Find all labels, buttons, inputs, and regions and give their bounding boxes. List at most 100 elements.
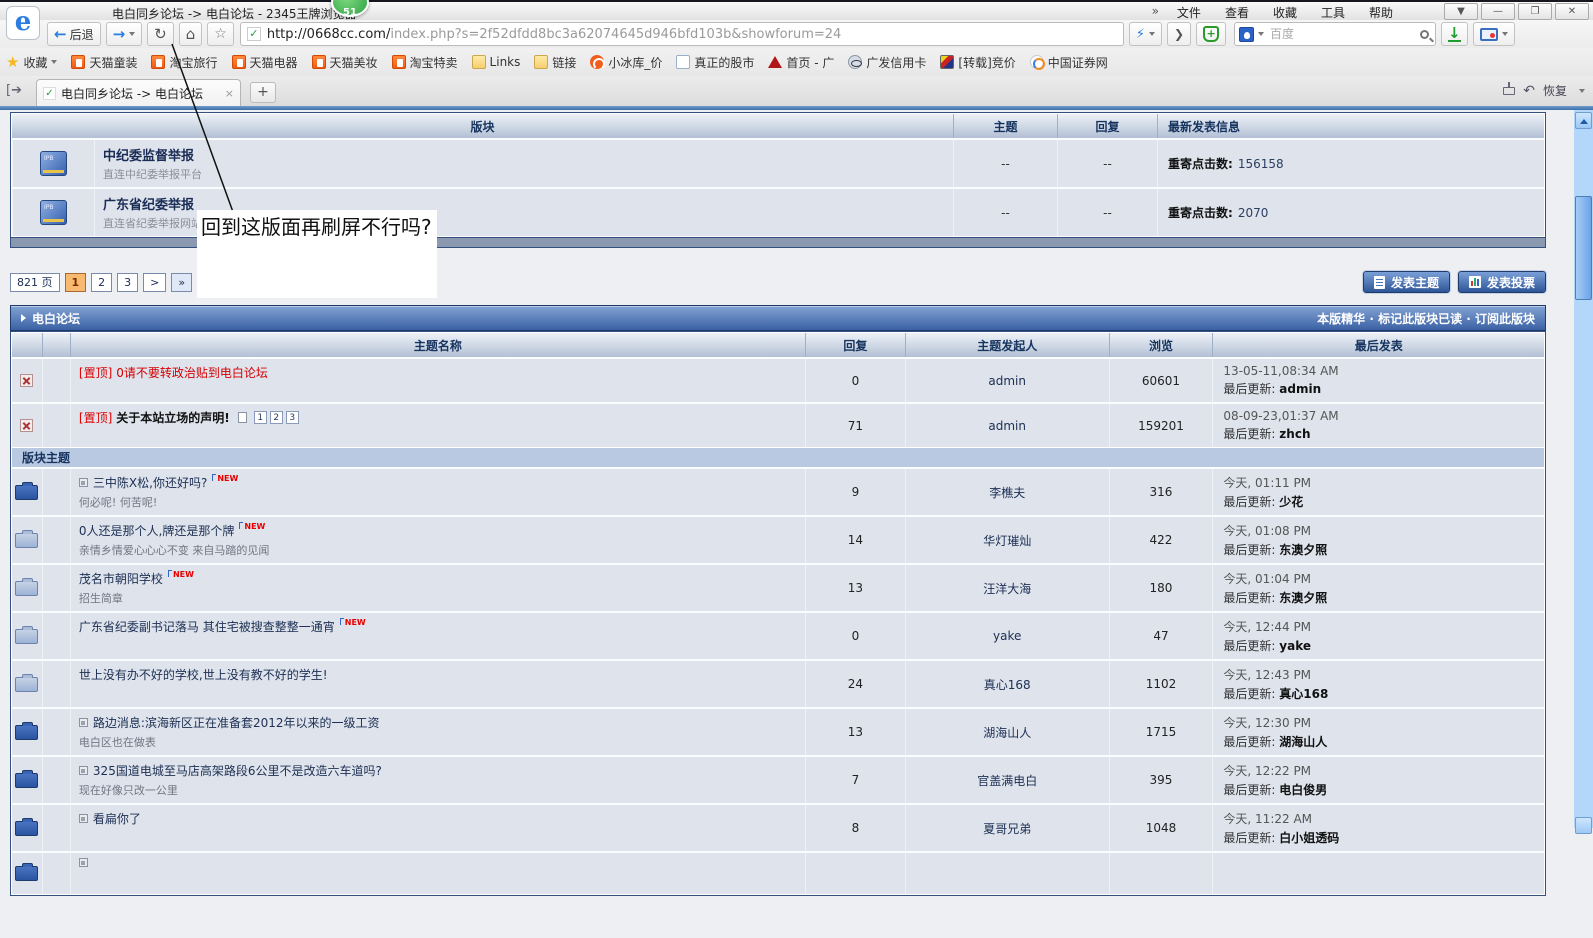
favorites-dropdown-icon[interactable] [51, 60, 57, 64]
thread-page-1[interactable]: 1 [254, 411, 267, 424]
tab-close-icon[interactable]: × [225, 87, 234, 100]
last-poster-link[interactable]: 湖海山人 [1279, 735, 1327, 749]
screenshot-button[interactable] [1473, 22, 1515, 46]
starter-link[interactable]: 湖海山人 [983, 724, 1031, 741]
page-next[interactable]: > [143, 273, 166, 292]
bookmark-item[interactable]: 广发信用卡 [848, 54, 926, 71]
minimize-button[interactable]: — [1481, 3, 1515, 20]
screenshot-dropdown-icon[interactable] [1502, 32, 1508, 36]
menu-file[interactable]: 文件 [1177, 4, 1201, 21]
starter-link[interactable]: 官盖满电白 [977, 772, 1037, 789]
restore-dropdown-icon[interactable] [1579, 89, 1585, 93]
last-poster-link[interactable]: 电白俊男 [1279, 783, 1327, 797]
speed-mode-button[interactable]: ⚡ [1129, 22, 1162, 46]
thread-title-link[interactable]: 关于本站立场的声明! [116, 409, 229, 426]
thread-page-3[interactable]: 3 [286, 411, 299, 424]
scroll-up-button[interactable] [1575, 112, 1592, 129]
board-link[interactable]: 中纪委监督举报 [103, 145, 194, 164]
starter-link[interactable]: 华灯璀灿 [983, 532, 1031, 549]
thread-title-link[interactable]: 世上没有办不好的学校,世上没有教不好的学生! [79, 666, 328, 683]
thread-title-link[interactable]: 广东省纪委副书记落马 其住宅被搜查整整一通宵 [79, 618, 335, 635]
bookmark-item[interactable]: [转载]竞价 [940, 54, 1015, 71]
clean-icon[interactable] [1503, 87, 1515, 95]
starter-link[interactable]: admin [988, 419, 1026, 433]
scrollbar-thumb[interactable] [1575, 196, 1592, 300]
search-engine-dropdown-icon[interactable] [1258, 32, 1264, 36]
menu-favorites[interactable]: 收藏 [1273, 4, 1297, 21]
bookmark-item[interactable]: 天猫美妆 [312, 54, 378, 71]
skin-button[interactable]: ▼ [1444, 3, 1478, 20]
bookmark-item[interactable]: 淘宝旅行 [151, 54, 217, 71]
menu-tools[interactable]: 工具 [1321, 4, 1345, 21]
last-poster-link[interactable]: zhch [1279, 427, 1310, 441]
thread-title-link[interactable]: 0人还是那个人,牌还是那个牌 [79, 522, 234, 539]
forward-dropdown-icon[interactable] [129, 32, 135, 36]
search-input[interactable] [1270, 27, 1420, 41]
forward-button[interactable]: → [106, 22, 143, 46]
thread-title-link[interactable]: 路边消息:滨海新区正在准备套2012年以来的一级工资 [93, 714, 380, 731]
thread-title-link[interactable]: 325国道电城至马店高架路段6公里不是改造六车道吗? [93, 762, 382, 779]
bookmark-item[interactable]: 真正的股市 [676, 54, 754, 71]
bookmark-folder[interactable]: 链接 [534, 54, 576, 71]
url-bar[interactable]: ✓ http://0668cc.com/index.php?s=2f52dfdd… [240, 22, 1124, 46]
side-panel-icon[interactable]: [➔ [6, 83, 22, 98]
favorite-star-button[interactable]: ☆ [207, 22, 234, 46]
home-button[interactable]: ⌂ [179, 22, 203, 46]
favorites-menu[interactable]: ★ 收藏 [6, 53, 57, 71]
page-scrollbar[interactable] [1574, 110, 1593, 828]
starter-link[interactable]: admin [988, 374, 1026, 388]
last-poster-link[interactable]: 东澳夕照 [1279, 543, 1327, 557]
menu-view[interactable]: 查看 [1225, 4, 1249, 21]
page-last[interactable]: » [171, 273, 192, 292]
restore-tab-icon[interactable]: ↶ [1523, 83, 1535, 99]
goto-last-post-icon[interactable] [79, 718, 88, 727]
bookmark-item[interactable]: 天猫童装 [71, 54, 137, 71]
thread-title-link[interactable]: 三中陈X松,你还好吗? [93, 474, 207, 491]
last-poster-link[interactable]: 东澳夕照 [1279, 591, 1327, 605]
starter-link[interactable]: 夏哥兄弟 [983, 820, 1031, 837]
starter-link[interactable]: 汪洋大海 [983, 580, 1031, 597]
goto-last-post-icon[interactable] [79, 814, 88, 823]
starter-link[interactable]: yake [993, 629, 1021, 643]
bookmark-item[interactable]: 中国证券网 [1030, 54, 1108, 71]
last-poster-link[interactable]: admin [1279, 382, 1321, 396]
bookmark-item[interactable]: 淘宝特卖 [392, 54, 458, 71]
restore-tab-label[interactable]: 恢复 [1543, 82, 1567, 99]
thread-page-2[interactable]: 2 [270, 411, 283, 424]
download-button[interactable]: ↓ [1441, 22, 1468, 46]
refresh-button[interactable]: ↻ [147, 22, 174, 46]
goto-last-post-icon[interactable] [79, 858, 88, 867]
active-tab[interactable]: ✓ 电白同乡论坛 -> 电白论坛 × [36, 79, 241, 106]
menu-help[interactable]: 帮助 [1369, 4, 1393, 21]
back-button[interactable]: ← 后退 [47, 22, 101, 46]
close-window-button[interactable]: ✕ [1555, 3, 1589, 20]
search-icon[interactable] [1420, 30, 1429, 39]
board-link[interactable]: 广东省纪委举报 [103, 194, 194, 213]
page-1[interactable]: 1 [65, 273, 87, 292]
go-button[interactable]: ❯ [1167, 22, 1191, 46]
last-poster-link[interactable]: 少花 [1279, 495, 1303, 509]
bookmark-folder[interactable]: Links [472, 55, 521, 69]
last-poster-link[interactable]: yake [1279, 639, 1311, 653]
scroll-down-button[interactable] [1575, 817, 1592, 834]
new-poll-button[interactable]: 发表投票 [1458, 271, 1546, 293]
adblock-button[interactable]: + [1196, 22, 1226, 46]
page-3[interactable]: 3 [117, 273, 138, 292]
search-box[interactable] [1234, 22, 1436, 46]
thread-title-link[interactable]: 茂名市朝阳学校 [79, 570, 163, 587]
menu-overflow-icon[interactable]: » [1152, 4, 1159, 21]
forum-bar-links[interactable]: 本版精华 · 标记此版块已读 · 订阅此版块 [1317, 310, 1535, 327]
forum-title[interactable]: 电白论坛 [32, 310, 80, 327]
goto-last-post-icon[interactable] [79, 478, 88, 487]
page-2[interactable]: 2 [91, 273, 112, 292]
thread-title-link[interactable]: 0请不要转政治贴到电白论坛 [116, 364, 268, 381]
speed-dropdown-icon[interactable] [1149, 32, 1155, 36]
thread-title-link[interactable]: 看扁你了 [93, 810, 141, 827]
new-topic-button[interactable]: 发表主题 [1363, 271, 1450, 293]
goto-last-post-icon[interactable] [79, 766, 88, 775]
new-tab-button[interactable]: + [250, 82, 276, 103]
starter-link[interactable]: 李樵夫 [989, 484, 1025, 501]
bookmark-item[interactable]: 天猫电器 [232, 54, 298, 71]
starter-link[interactable]: 真心168 [984, 676, 1031, 693]
last-poster-link[interactable]: 白小姐透码 [1279, 831, 1339, 845]
